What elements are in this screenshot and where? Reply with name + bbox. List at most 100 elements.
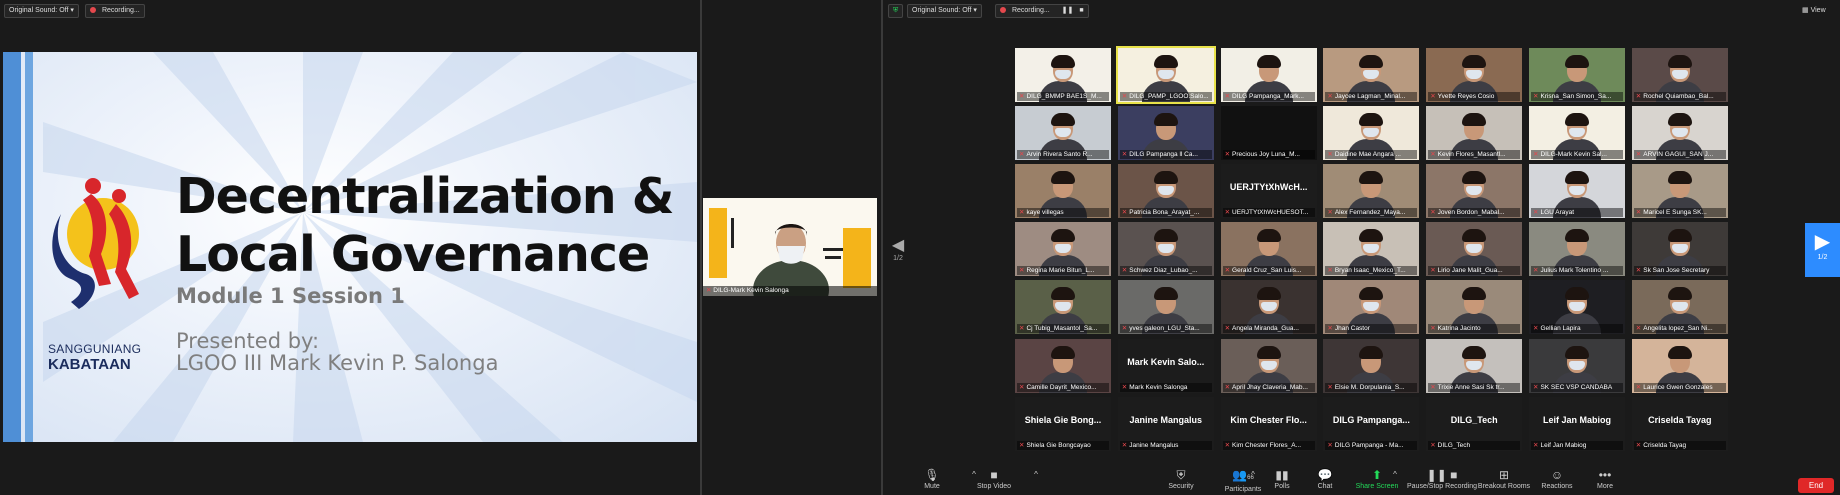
participant-name-tag: ✕ Julius Mark Tolentino ... — [1531, 266, 1623, 276]
participant-tile[interactable]: ✕ Maricel E Sunga SK... — [1631, 164, 1728, 219]
participant-tile[interactable]: ✕ Cj Tubig_Masantol_Sa... — [1015, 280, 1111, 335]
participant-tile[interactable]: ✕ Arvin Rivera Santo R... — [1015, 106, 1111, 161]
participant-tile[interactable]: ✕ LGU Arayat — [1529, 164, 1625, 219]
participant-tile[interactable]: ✕ DILG_PAMP_LGOO.Salo... — [1115, 46, 1216, 104]
speaker-video — [703, 198, 877, 296]
end-meeting-button[interactable]: End — [1798, 478, 1834, 493]
slide-title-line1: Decentralization & — [176, 168, 674, 225]
participant-tile[interactable]: ✕ Julius Mark Tolentino ... — [1529, 222, 1625, 277]
participant-tile[interactable]: ✕ Gerald Cruz_San Luis... — [1220, 222, 1317, 277]
participant-tile[interactable]: ✕ Angelita lopez_San Ni... — [1631, 280, 1728, 335]
participant-tile[interactable]: UERJTYtXhWcH... ✕ UERJTYtXhWcHUESOT... — [1220, 164, 1317, 219]
participant-tile[interactable]: ✕ Jhan Castor — [1323, 280, 1420, 335]
participant-name-tag: ✕ Precious Joy Luna_M... — [1222, 150, 1315, 160]
participant-tile[interactable]: Criselda Tayag ✕ Criselda Tayag — [1631, 396, 1728, 451]
participant-name-tag: ✕ Rochel Quiambao_Bal... — [1633, 92, 1726, 101]
mic-muted-icon: ✕ — [1019, 325, 1025, 333]
participant-tile[interactable]: ✕ Laurice Gwen Gonzales — [1631, 338, 1728, 393]
participant-tile[interactable]: ✕ Lirio Jane Malit_Gua... — [1426, 222, 1523, 277]
participant-name: Cj Tubig_Masantol_Sa... — [1026, 325, 1098, 333]
chat-button[interactable]: 💬 Chat — [1296, 468, 1354, 491]
share-options-caret[interactable]: ^ — [1385, 468, 1405, 482]
speaker-name-tag: ✕ DILG-Mark Kevin Salonga — [703, 286, 877, 296]
page-indicator-right: 1/2 — [1817, 254, 1828, 261]
participant-name-tag: ✕ kaye villegas — [1017, 208, 1109, 218]
participant-tile[interactable]: ✕ Joven Bordon_Mabal... — [1426, 164, 1523, 219]
pause-recording-icon[interactable]: ❚❚ — [1062, 7, 1074, 14]
original-sound-toggle[interactable]: Original Sound: Off ▾ — [4, 4, 79, 18]
participant-name: DILG_PAMP_LGOO.Salo... — [1129, 93, 1209, 100]
participant-tile[interactable]: ✕ kaye villegas — [1015, 164, 1111, 219]
participant-tile[interactable]: ✕ Krisna_San Simon_Sa... — [1529, 48, 1625, 102]
screen: Original Sound: Off ▾ Recording... SANGG… — [0, 0, 1840, 495]
participant-tile[interactable]: ✕ DILG Pampanga ll Ca... — [1117, 106, 1214, 161]
participant-tile[interactable]: ✕ Gellian Lapira — [1529, 280, 1625, 335]
participant-tile[interactable]: ✕ Angela Miranda_Gua... — [1220, 280, 1317, 335]
participant-tile[interactable]: ✕ Kevin Flores_Masantl... — [1426, 106, 1523, 161]
next-page-button[interactable]: ▶ 1/2 — [1805, 223, 1840, 277]
participant-tile[interactable]: DILG Pampanga... ✕ DILG Pampanga - Ma... — [1323, 396, 1420, 451]
mic-muted-icon: ✕ — [1635, 325, 1642, 333]
mic-muted-icon: ✕ — [1224, 325, 1231, 333]
participant-tile[interactable]: ✕ Elsie M. Dorpulania_S... — [1323, 338, 1420, 393]
chevron-down-icon[interactable]: ▾ — [973, 7, 977, 14]
participant-tile[interactable]: ✕ yves galeon_LGU_Sta... — [1117, 280, 1214, 335]
participant-tile[interactable]: ✕ Trixie Anne Sasi Sk tr... — [1426, 338, 1523, 393]
participant-tile[interactable]: Mark Kevin Salo... ✕ Mark Kevin Salonga — [1117, 338, 1214, 393]
participant-tile[interactable]: ✕ Katrina Jacinto — [1426, 280, 1523, 335]
participant-name-tag: ✕ Alex Fernandez_Maya... — [1325, 208, 1418, 218]
pause-stop-recording-button[interactable]: ❚❚ ■ Pause/Stop Recording — [1407, 468, 1477, 491]
participant-tile[interactable]: ✕ Yvette Reyes Cosio — [1426, 48, 1523, 102]
pause-stop-recording-label: Pause/Stop Recording — [1407, 483, 1478, 490]
participant-tile[interactable]: ✕ Camille Dayrit_Mexico... — [1015, 338, 1111, 393]
slide-presenter-block: Presented by: LGOO III Mark Kevin P. Sal… — [176, 330, 498, 374]
participant-tile[interactable]: DILG_Tech ✕ DILG_Tech — [1426, 396, 1523, 451]
mic-muted-icon: ✕ — [1635, 267, 1642, 275]
participant-name: Kevin Flores_Masantl... — [1437, 151, 1506, 159]
participant-tile[interactable]: Shiela Gie Bong... ✕ Shiela Gie Bongcayao — [1015, 396, 1111, 451]
participant-name: DILG Pampanga_Mark... — [1232, 93, 1304, 100]
participant-tile[interactable]: Leif Jan Mabiog ✕ Leif Jan Mabiog — [1529, 396, 1625, 451]
participant-tile[interactable]: ✕ Alex Fernandez_Maya... — [1323, 164, 1420, 219]
participant-name: LGU Arayat — [1540, 209, 1575, 217]
participant-tile[interactable]: Janine Mangalus ✕ Janine Mangalus — [1117, 396, 1214, 451]
participant-name: Bryan Isaac_Mexico_T... — [1334, 267, 1406, 275]
participant-tile[interactable]: ✕ Daidine Mae Angara ... — [1323, 106, 1420, 161]
previous-page-button[interactable]: ◀ 1/2 — [888, 235, 908, 275]
video-options-caret[interactable]: ^ — [1007, 468, 1065, 482]
security-button[interactable]: ⛨ Security — [1152, 468, 1210, 491]
participant-name-tag: ✕ Jhan Castor — [1325, 324, 1418, 334]
participant-tile[interactable]: ✕ Patricia Bona_Arayat_... — [1117, 164, 1214, 219]
recording-indicator-right[interactable]: Recording... ❚❚ ■ — [995, 4, 1089, 18]
chevron-down-icon[interactable]: ▾ — [70, 7, 74, 14]
participant-name: Regina Marie Bitun_L... — [1026, 267, 1095, 275]
participant-tile[interactable]: ✕ DILG-Mark Kevin Sal... — [1529, 106, 1625, 161]
security-shield-icon[interactable]: ⛨ — [888, 4, 904, 18]
participant-name: Laurice Gwen Gonzales — [1643, 383, 1713, 391]
participant-display-name: UERJTYtXhWcH... — [1229, 182, 1308, 193]
recording-indicator[interactable]: Recording... — [85, 4, 145, 18]
view-label: View — [1810, 7, 1826, 14]
participant-tile[interactable]: ✕ April Jhay Claveria_Mab... — [1220, 338, 1317, 393]
participant-tile[interactable]: ✕ DILG Pampanga_Mark... — [1220, 48, 1317, 102]
speaker-video-tile[interactable]: ✕ DILG-Mark Kevin Salonga — [703, 198, 877, 296]
participant-tile[interactable]: ✕ ARVIN GAGUI_SAN J... — [1631, 106, 1728, 161]
caret-up-icon: ^ — [1034, 470, 1038, 479]
participant-name-tag: ✕ April Jhay Claveria_Mab... — [1222, 382, 1315, 392]
participant-tile[interactable]: Kim Chester Flo... ✕ Kim Chester Flores_A.… — [1220, 396, 1317, 451]
participant-tile[interactable]: ✕ Schwez Diaz_Lubao_... — [1117, 222, 1214, 277]
participant-tile[interactable]: ✕ Regina Marie Bitun_L... — [1015, 222, 1111, 277]
participant-tile[interactable]: ✕ Precious Joy Luna_M... — [1220, 106, 1317, 161]
participant-tile[interactable]: ✕ Bryan Isaac_Mexico_T... — [1323, 222, 1420, 277]
participant-tile[interactable]: ✕ Sk San Jose Secretary — [1631, 222, 1728, 277]
participant-tile[interactable]: ✕ DILG_BMMP BAE1S_M... — [1015, 48, 1111, 102]
view-button[interactable]: ▦ View — [1802, 6, 1826, 14]
breakout-rooms-button[interactable]: ⊞ Breakout Rooms — [1475, 468, 1533, 491]
participant-tile[interactable]: ✕ Jaycee Lagman_Minal... — [1323, 48, 1420, 102]
stop-recording-icon[interactable]: ■ — [1079, 7, 1083, 14]
more-button[interactable]: ••• More — [1576, 468, 1634, 491]
participant-tile[interactable]: ✕ SK SEC VSP CANDABA — [1529, 338, 1625, 393]
participant-tile[interactable]: ✕ Rochel Quiambao_Bal... — [1631, 48, 1728, 102]
original-sound-toggle-right[interactable]: Original Sound: Off ▾ — [907, 4, 982, 18]
presentation-slide: SANGGUNIANG KABATAAN Decentralization & … — [3, 52, 697, 442]
